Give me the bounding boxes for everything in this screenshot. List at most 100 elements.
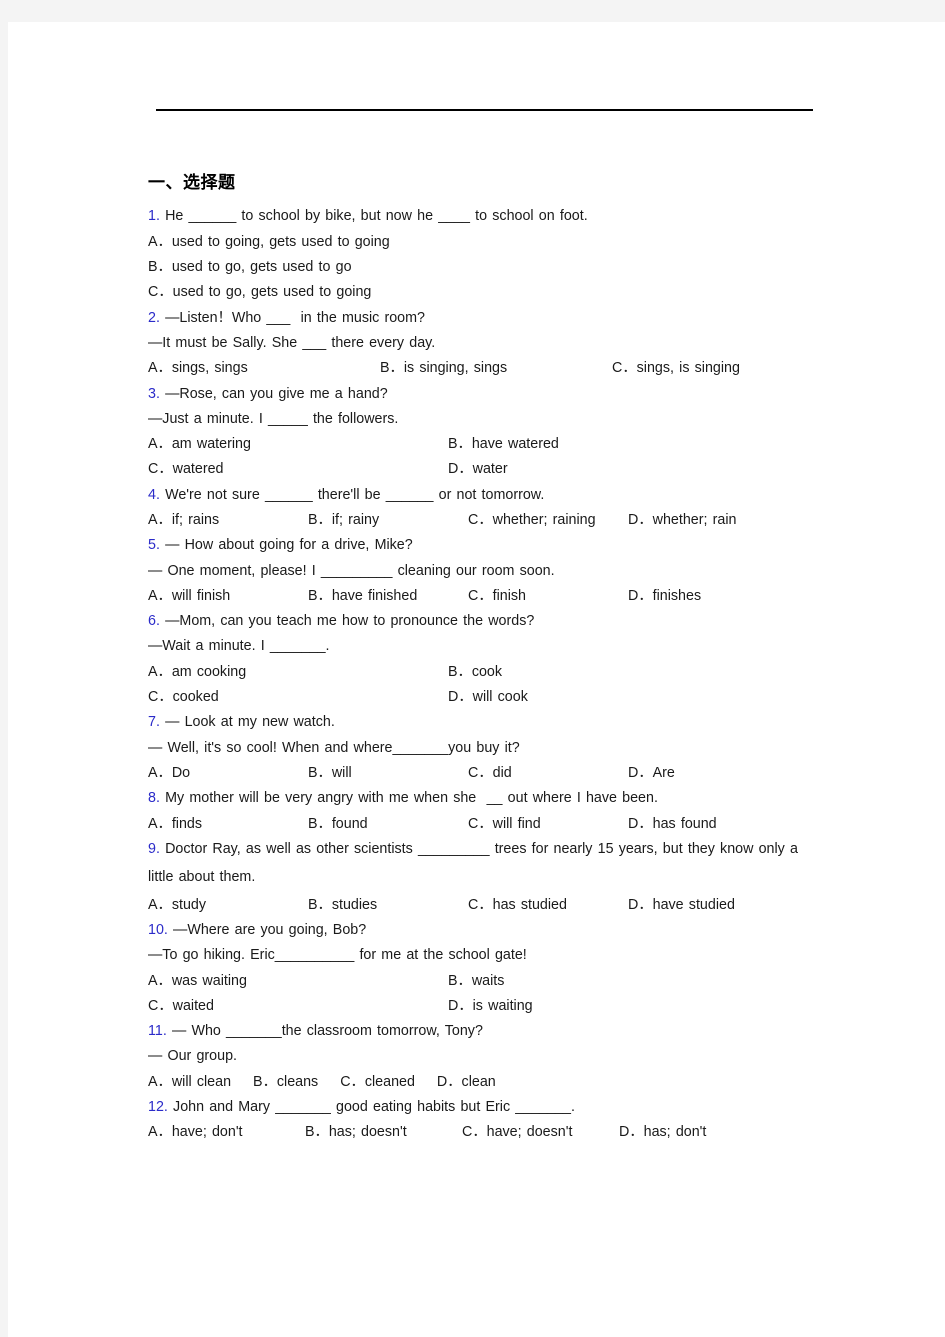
option-row-3-cd: C．watered D．water: [148, 457, 828, 482]
option-11-b[interactable]: B．cleans: [253, 1074, 318, 1089]
question-number-12: 12.: [148, 1098, 168, 1115]
question-number-5: 5.: [148, 537, 160, 554]
question-text-5: — How about going for a drive, Mike?: [159, 537, 413, 554]
question-number-7: 7.: [148, 714, 160, 731]
option-5-d[interactable]: D．finishes: [628, 589, 788, 604]
option-1-a[interactable]: A．used to going, gets used to going: [148, 229, 828, 254]
option-5-b[interactable]: B．have finished: [308, 589, 468, 604]
option-8-b[interactable]: B．found: [308, 816, 468, 831]
option-12-a[interactable]: A．have; don't: [148, 1125, 305, 1140]
question-stem-7-line2: — Well, it's so cool! When and where____…: [148, 739, 520, 756]
option-9-d[interactable]: D．have studied: [628, 897, 788, 912]
option-11-c[interactable]: C．cleaned: [340, 1074, 415, 1089]
question-number-10: 10.: [148, 921, 168, 938]
option-1-b[interactable]: B．used to go, gets used to go: [148, 255, 828, 280]
question-stem-1: 1. He ______ to school by bike, but now …: [148, 204, 828, 229]
question-text-4: We're not sure ______ there'll be ______…: [159, 486, 545, 503]
question-stem-2: 2. —Listen！Who ___ in the music room?: [148, 305, 828, 330]
question-stem-10-line2: —To go hiking. Eric__________ for me at …: [148, 947, 527, 964]
document-page: 一、选择题 1. He ______ to school by bike, bu…: [8, 22, 945, 1337]
option-4-c[interactable]: C．whether; raining: [468, 513, 628, 528]
question-stem-6: 6. —Mom, can you teach me how to pronoun…: [148, 609, 828, 634]
option-3-b[interactable]: B．have watered: [448, 437, 748, 452]
option-8-c[interactable]: C．will find: [468, 816, 628, 831]
option-5-c[interactable]: C．finish: [468, 589, 628, 604]
option-row-7: A．Do B．will C．did D．Are: [148, 760, 828, 785]
option-row-4: A．if; rains B．if; rainy C．whether; raini…: [148, 508, 828, 533]
option-row-6-cd: C．cooked D．will cook: [148, 685, 828, 710]
option-7-a[interactable]: A．Do: [148, 766, 308, 781]
question-number-8: 8.: [148, 790, 160, 807]
option-row-5: A．will finish B．have finished C．finish D…: [148, 583, 828, 608]
option-4-a[interactable]: A．if; rains: [148, 513, 308, 528]
option-2-c[interactable]: C．sings, is singing: [612, 361, 844, 376]
question-text-3: —Rose, can you give me a hand?: [159, 385, 388, 402]
option-9-c[interactable]: C．has studied: [468, 897, 628, 912]
question-stem-4: 4. We're not sure ______ there'll be ___…: [148, 482, 828, 507]
option-12-b[interactable]: B．has; doesn't: [305, 1125, 462, 1140]
option-row-10-cd: C．waited D．is waiting: [148, 993, 828, 1018]
option-12-c[interactable]: C．have; doesn't: [462, 1125, 619, 1140]
option-row-11: A．will clean B．cleans C．cleaned D．clean: [148, 1069, 828, 1094]
question-stem-12: 12. John and Mary _______ good eating ha…: [148, 1094, 828, 1119]
option-12-d[interactable]: D．has; don't: [619, 1125, 776, 1140]
question-number-1: 1.: [148, 208, 160, 225]
option-3-d[interactable]: D．water: [448, 462, 748, 477]
question-stem-5: 5. — How about going for a drive, Mike?: [148, 533, 828, 558]
option-9-a[interactable]: A．study: [148, 897, 308, 912]
question-text-10: —Where are you going, Bob?: [167, 921, 367, 938]
question-stem-3: 3. —Rose, can you give me a hand?: [148, 381, 828, 406]
option-10-c[interactable]: C．waited: [148, 998, 448, 1013]
question-stem-11: 11. — Who _______the classroom tomorrow,…: [148, 1019, 828, 1044]
option-8-a[interactable]: A．finds: [148, 816, 308, 831]
option-11-a[interactable]: A．will clean: [148, 1074, 231, 1089]
option-row-8: A．finds B．found C．will find D．has found: [148, 811, 828, 836]
question-stem-7: 7. — Look at my new watch.: [148, 710, 828, 735]
question-text-1: He ______ to school by bike, but now he …: [159, 208, 588, 225]
question-stem-3-line2: —Just a minute. I _____ the followers.: [148, 410, 399, 427]
question-stem-10: 10. —Where are you going, Bob?: [148, 917, 828, 942]
option-10-a[interactable]: A．was waiting: [148, 973, 448, 988]
option-4-b[interactable]: B．if; rainy: [308, 513, 468, 528]
question-stem-8: 8. My mother will be very angry with me …: [148, 786, 828, 811]
question-stem-2-line2: —It must be Sally. She ___ there every d…: [148, 334, 436, 351]
question-number-3: 3.: [148, 385, 160, 402]
option-1-c[interactable]: C．used to go, gets used to going: [148, 280, 828, 305]
question-text-6: —Mom, can you teach me how to pronounce …: [159, 613, 535, 630]
question-text-7: — Look at my new watch.: [159, 714, 335, 731]
option-7-b[interactable]: B．will: [308, 766, 468, 781]
question-stem-5-line2: — One moment, please! I _________ cleani…: [148, 562, 555, 579]
question-text-11: — Who _______the classroom tomorrow, Ton…: [166, 1023, 483, 1040]
option-9-b[interactable]: B．studies: [308, 897, 468, 912]
question-number-9: 9.: [148, 841, 160, 858]
question-number-6: 6.: [148, 613, 160, 630]
option-6-d[interactable]: D．will cook: [448, 690, 748, 705]
exam-content: 一、选择题 1. He ______ to school by bike, bu…: [148, 172, 828, 1145]
option-6-a[interactable]: A．am cooking: [148, 664, 448, 679]
option-3-a[interactable]: A．am watering: [148, 437, 448, 452]
option-8-d[interactable]: D．has found: [628, 816, 788, 831]
question-number-4: 4.: [148, 486, 160, 503]
question-stem-11-line2: — Our group.: [148, 1048, 238, 1065]
question-number-2: 2.: [148, 309, 160, 326]
option-6-c[interactable]: C．cooked: [148, 690, 448, 705]
option-row-12: A．have; don't B．has; doesn't C．have; doe…: [148, 1120, 828, 1145]
section-heading: 一、选择题: [148, 173, 236, 192]
option-4-d[interactable]: D．whether; rain: [628, 513, 788, 528]
question-stem-9: 9. Doctor Ray, as well as other scientis…: [148, 836, 828, 892]
option-2-a[interactable]: A．sings, sings: [148, 361, 380, 376]
option-6-b[interactable]: B．cook: [448, 664, 748, 679]
option-row-2: A．sings, sings B．is singing, sings C．sin…: [148, 356, 828, 381]
option-7-d[interactable]: D．Are: [628, 766, 788, 781]
option-10-b[interactable]: B．waits: [448, 973, 748, 988]
option-row-3-ab: A．am watering B．have watered: [148, 432, 828, 457]
option-5-a[interactable]: A．will finish: [148, 589, 308, 604]
option-row-6-ab: A．am cooking B．cook: [148, 659, 828, 684]
option-7-c[interactable]: C．did: [468, 766, 628, 781]
option-2-b[interactable]: B．is singing, sings: [380, 361, 612, 376]
question-text-8: My mother will be very angry with me whe…: [159, 790, 658, 807]
option-row-10-ab: A．was waiting B．waits: [148, 968, 828, 993]
option-10-d[interactable]: D．is waiting: [448, 998, 748, 1013]
option-11-d[interactable]: D．clean: [437, 1074, 496, 1089]
option-3-c[interactable]: C．watered: [148, 462, 448, 477]
